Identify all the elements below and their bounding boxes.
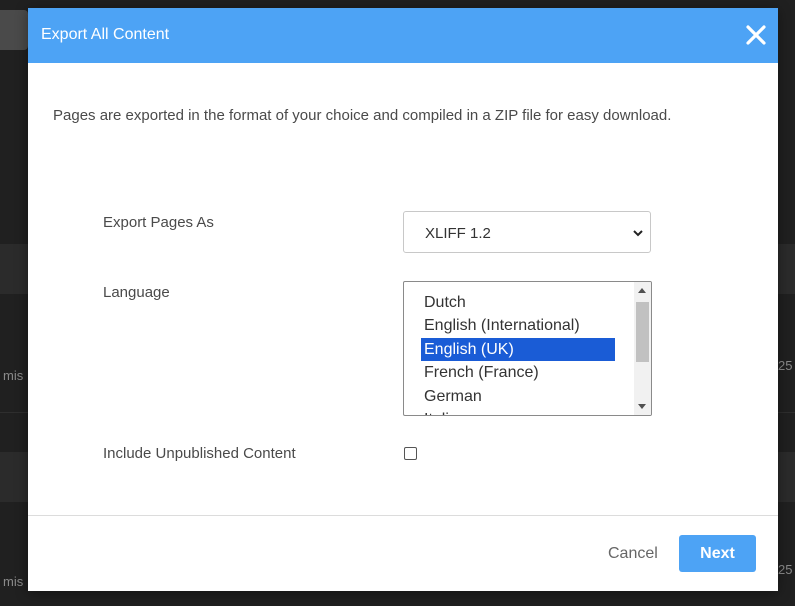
unpublished-label: Include Unpublished Content <box>103 445 296 462</box>
footer-divider <box>28 515 778 516</box>
close-button[interactable] <box>742 21 770 49</box>
background-text: 25 <box>778 358 793 373</box>
modal-header: Export All Content <box>28 8 778 63</box>
language-option[interactable]: English (UK) <box>421 337 615 362</box>
export-format-label: Export Pages As <box>103 214 214 231</box>
modal-description: Pages are exported in the format of your… <box>53 107 672 124</box>
chevron-down-icon <box>633 230 643 237</box>
background-text: 25 <box>778 562 793 577</box>
export-modal: Export All Content Pages are exported in… <box>28 8 778 591</box>
language-listbox[interactable]: Dutch English (International) English (U… <box>403 281 652 416</box>
language-option[interactable]: German <box>421 385 615 408</box>
scroll-up-icon[interactable] <box>638 288 646 293</box>
language-option[interactable]: English (International) <box>421 314 615 337</box>
language-label: Language <box>103 284 170 301</box>
modal-title: Export All Content <box>41 26 170 43</box>
background-text: mis <box>3 574 24 589</box>
next-button[interactable]: Next <box>679 535 756 572</box>
export-format-select[interactable]: XLIFF 1.2 <box>403 211 651 253</box>
background-text: mis <box>3 368 24 383</box>
unpublished-checkbox[interactable] <box>404 447 417 460</box>
close-icon <box>746 25 766 45</box>
language-option[interactable]: Italian <box>421 408 615 415</box>
background-button <box>0 10 28 50</box>
language-option[interactable]: French (France) <box>421 361 615 384</box>
language-scrollbar[interactable] <box>634 282 651 415</box>
export-format-value: XLIFF 1.2 <box>425 225 491 242</box>
language-options: Dutch English (International) English (U… <box>421 291 615 415</box>
cancel-button[interactable]: Cancel <box>608 545 658 563</box>
scroll-down-icon[interactable] <box>638 404 646 409</box>
scroll-thumb[interactable] <box>636 302 649 362</box>
language-option[interactable]: Dutch <box>421 291 615 314</box>
